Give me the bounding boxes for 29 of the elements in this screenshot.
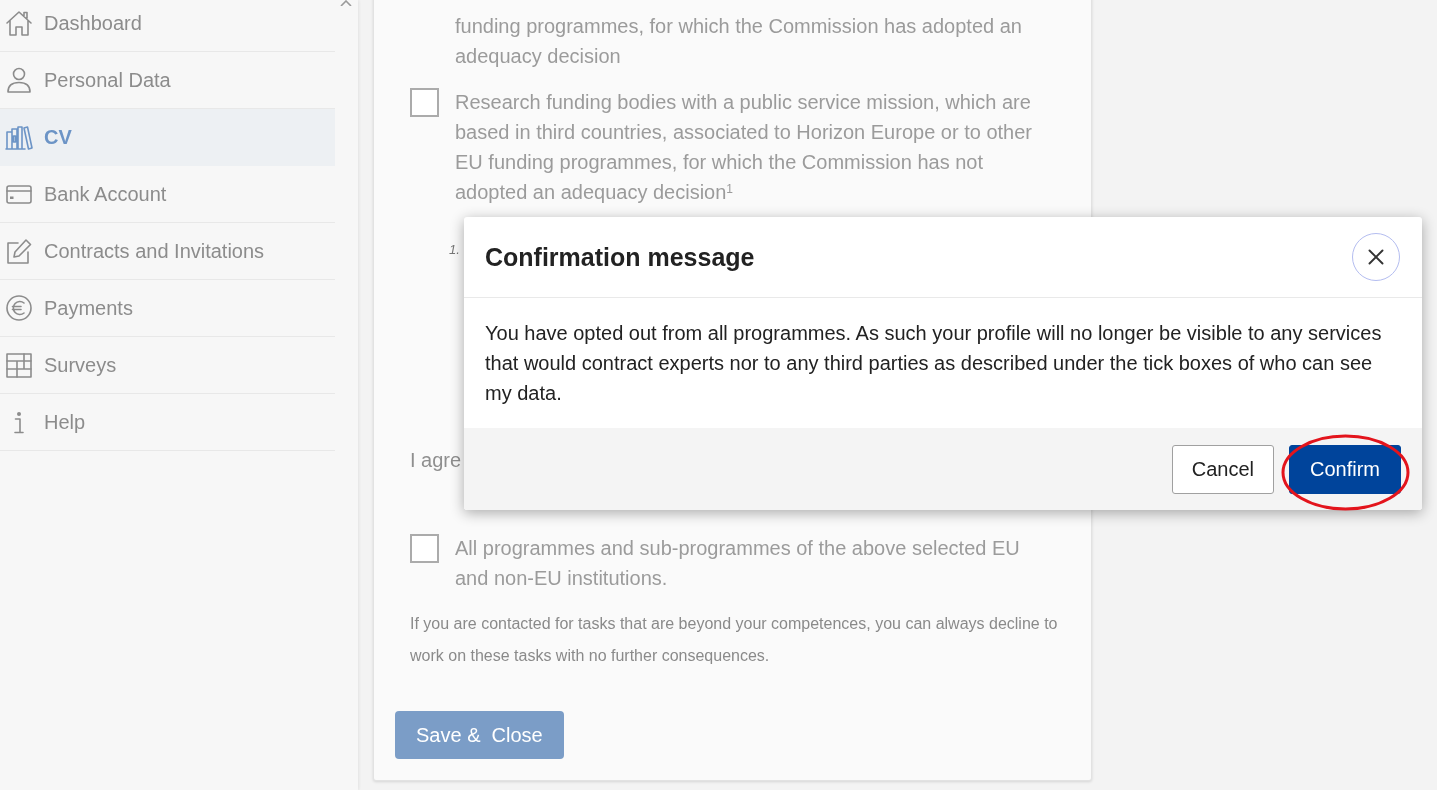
person-icon: [5, 66, 33, 94]
option-label: All programmes and sub-programmes of the above selected EU and non-EU institutions.: [455, 536, 1021, 591]
option-label: Research funding bodies with a public service mission, which are based in third countries, associated to Horizon Europe or to other EU funding programmes, for which the Commission has not adopted an adequacy decision$^{1}$: [455, 90, 1033, 205]
sidebar-item[interactable]: CV: [0, 109, 335, 166]
sidebar-item[interactable]: Dashboard: [0, 0, 335, 52]
home-icon: [5, 9, 33, 37]
dialog-title: Confirmation message: [485, 242, 755, 272]
sidebar-item[interactable]: Bank Account: [0, 166, 335, 223]
close-icon: [1368, 249, 1384, 265]
confirm-button[interactable]: Confirm: [1289, 444, 1401, 494]
checkbox[interactable]: [410, 534, 439, 563]
sidebar-item[interactable]: Surveys: [0, 337, 335, 394]
cancel-button[interactable]: Cancel: [1171, 444, 1274, 494]
save-close-button[interactable]: Save & Close: [395, 711, 564, 759]
checkbox[interactable]: [410, 88, 439, 117]
info-note: If you are contacted for tasks that are beyond your competences, you can always decline to work on these tasks with no further consequences.: [410, 614, 1059, 666]
edit-icon: [5, 237, 33, 265]
dialog-message: You have opted out from all programmes. As such your profile will no longer be visible to any services that would contract experts nor to any third parties as described under the tick boxes of who can see my data.: [485, 321, 1383, 406]
sidebar-item[interactable]: Help: [0, 394, 335, 451]
books-icon: [5, 123, 33, 151]
euro-icon: [5, 294, 33, 322]
sidebar-item[interactable]: Contracts and Invitations: [0, 223, 335, 280]
footnote-marker: 1.: [449, 242, 460, 257]
scroll-up-icon: [340, 0, 352, 6]
option-label: funding programmes, for which the Commission has adopted an adequacy decision: [455, 14, 1023, 69]
close-button[interactable]: [1352, 233, 1400, 281]
table-icon: [5, 351, 33, 379]
sidebar-item[interactable]: Payments: [0, 280, 335, 337]
agreement-text: I agre: [410, 449, 462, 471]
